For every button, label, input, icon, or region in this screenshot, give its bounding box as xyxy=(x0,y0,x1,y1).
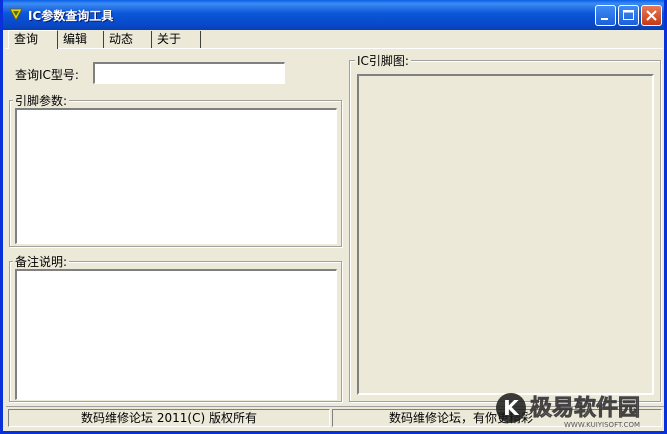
tab-query-label: 查询 xyxy=(14,32,39,46)
pin-diagram-group: IC引脚图: xyxy=(349,52,661,402)
maximize-icon xyxy=(623,10,634,20)
ic-model-input[interactable] xyxy=(93,62,285,84)
tab-dynamic[interactable]: 动态 xyxy=(104,31,152,48)
minimize-button[interactable] xyxy=(595,5,616,26)
title-bar[interactable]: IC参数查询工具 xyxy=(3,0,664,30)
watermark: K 极易软件园 WWW.KUIYISOFT.COM xyxy=(494,391,664,431)
tab-query[interactable]: 查询 xyxy=(8,30,58,49)
notes-textarea[interactable] xyxy=(15,269,337,400)
maximize-button[interactable] xyxy=(618,5,639,26)
pin-diagram-label: IC引脚图: xyxy=(355,52,411,69)
query-page: 查询IC型号: 引脚参数: 备注说明: IC引脚图: xyxy=(5,48,663,404)
close-icon xyxy=(646,10,657,21)
close-button[interactable] xyxy=(641,5,662,26)
svg-text:K: K xyxy=(503,396,520,420)
minimize-icon xyxy=(601,18,608,20)
pin-params-label: 引脚参数: xyxy=(13,92,70,109)
notes-label: 备注说明: xyxy=(13,253,70,270)
pin-params-textarea[interactable] xyxy=(15,108,337,244)
watermark-logo: K 极易软件园 WWW.KUIYISOFT.COM xyxy=(496,393,640,429)
app-window: IC参数查询工具 查询 编辑 动态 关于 查询IC型号: 引脚参数: 备注说明:… xyxy=(0,0,667,434)
tab-dynamic-label: 动态 xyxy=(109,32,134,46)
pin-params-group: 引脚参数: xyxy=(9,92,342,247)
notes-group: 备注说明: xyxy=(9,253,342,402)
tab-about-label: 关于 xyxy=(157,32,182,46)
ic-model-label: 查询IC型号: xyxy=(15,68,79,82)
watermark-url: WWW.KUIYISOFT.COM xyxy=(564,421,640,429)
window-title: IC参数查询工具 xyxy=(28,9,114,23)
watermark-text: 极易软件园 xyxy=(530,395,640,421)
status-copyright-text: 数码维修论坛 2011(C) 版权所有 xyxy=(81,411,257,425)
tab-about[interactable]: 关于 xyxy=(152,31,201,48)
tab-edit-label: 编辑 xyxy=(63,32,88,46)
tab-edit[interactable]: 编辑 xyxy=(58,31,104,48)
app-icon[interactable] xyxy=(9,7,23,21)
pin-diagram-image xyxy=(357,74,654,395)
status-pane-copyright: 数码维修论坛 2011(C) 版权所有 xyxy=(8,409,330,427)
tab-strip: 查询 编辑 动态 关于 xyxy=(5,30,663,49)
